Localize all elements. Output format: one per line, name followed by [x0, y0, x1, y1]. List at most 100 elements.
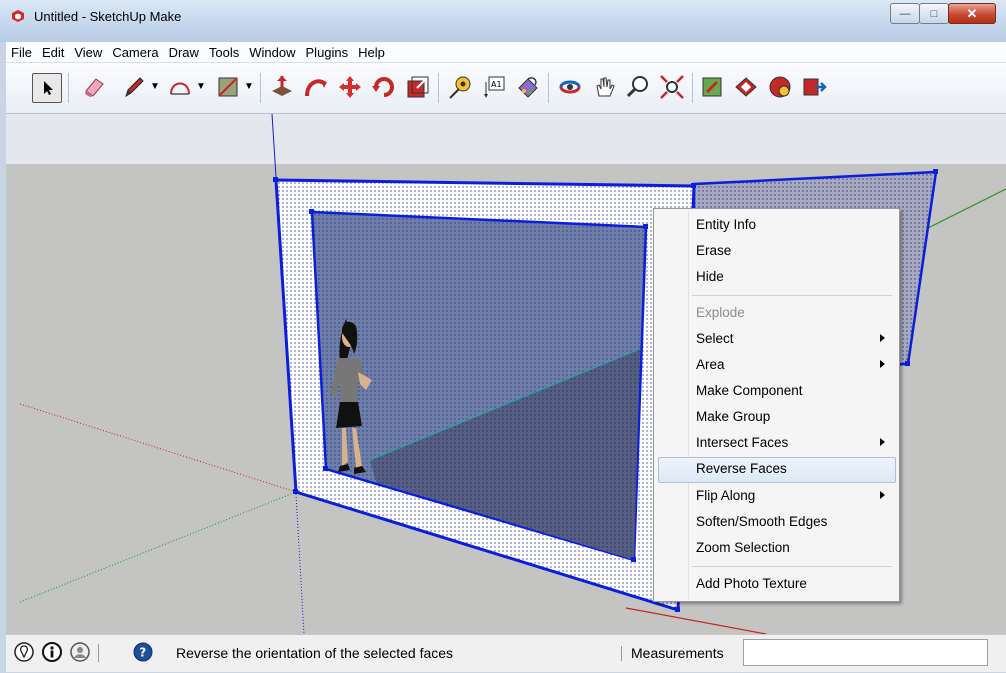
follow-me-tool-button[interactable] [302, 73, 330, 101]
pan-tool-button[interactable] [590, 73, 618, 101]
menu-item-label: Select [696, 331, 734, 346]
maximize-icon: □ [930, 7, 938, 20]
main-toolbar: ▼ ▼ ▼ A1 [6, 63, 1006, 114]
tape-measure-icon [449, 76, 471, 99]
menu-file[interactable]: File [6, 45, 37, 60]
menu-item-label: Reverse Faces [696, 461, 787, 476]
measurements-input[interactable] [743, 639, 988, 666]
zoom-extents-tool-button[interactable] [658, 73, 686, 101]
rotate-tool-button[interactable] [370, 73, 398, 101]
zoom-extents-icon [660, 75, 684, 99]
rectangle-dropdown-icon[interactable]: ▼ [244, 81, 254, 92]
menu-plugins[interactable]: Plugins [301, 45, 354, 60]
share-model-icon [803, 78, 827, 96]
minimize-icon: — [899, 7, 911, 20]
menu-item-flip-along[interactable]: Flip Along [654, 484, 899, 508]
menu-item-label: Hide [696, 269, 724, 284]
svg-text:A1: A1 [491, 80, 502, 89]
toolbar-separator [548, 73, 549, 103]
warehouse-button[interactable] [732, 73, 760, 101]
arc-tool-button[interactable] [166, 73, 194, 101]
menu-item-hide[interactable]: Hide [654, 265, 899, 289]
rectangle-icon [218, 77, 238, 97]
paint-bucket-icon [518, 77, 538, 98]
move-icon [339, 76, 361, 98]
orbit-icon [559, 80, 581, 94]
menu-item-label: Explode [696, 305, 745, 320]
menu-bar: File Edit View Camera Draw Tools Window … [6, 42, 1006, 63]
push-pull-tool-button[interactable] [268, 73, 296, 101]
user-account-icon[interactable] [70, 642, 90, 662]
menu-item-label: Flip Along [696, 488, 756, 503]
close-button[interactable]: ✕ [948, 3, 996, 24]
previous-view-icon [702, 77, 722, 97]
menu-item-label: Soften/Smooth Edges [696, 514, 828, 529]
menu-item-entity-info[interactable]: Entity Info [654, 213, 899, 237]
move-tool-button[interactable] [336, 73, 364, 101]
text-tool-button[interactable]: A1 [480, 73, 508, 101]
share-model-button[interactable] [800, 73, 828, 101]
tape-measure-tool-button[interactable] [446, 73, 474, 101]
menu-item-label: Erase [696, 243, 732, 258]
zoom-tool-button[interactable] [624, 73, 652, 101]
arc-dropdown-icon[interactable]: ▼ [196, 81, 206, 92]
help-icon[interactable]: ? [133, 642, 153, 662]
menu-tools[interactable]: Tools [204, 45, 244, 60]
menu-item-label: Area [696, 357, 725, 372]
menu-camera[interactable]: Camera [107, 45, 163, 60]
components-icon [769, 76, 791, 98]
scale-tool-button[interactable] [404, 73, 432, 101]
components-button[interactable] [766, 73, 794, 101]
menu-item-select[interactable]: Select [654, 327, 899, 351]
menu-item-reverse-faces[interactable]: Reverse Faces [658, 457, 896, 483]
menu-edit[interactable]: Edit [37, 45, 69, 60]
menu-help[interactable]: Help [353, 45, 390, 60]
menu-item-label: Zoom Selection [696, 540, 790, 555]
pencil-dropdown-icon[interactable]: ▼ [150, 81, 160, 92]
select-icon [44, 81, 53, 95]
maximize-button[interactable]: □ [919, 3, 949, 24]
text-icon: A1 [484, 76, 505, 98]
title-bar[interactable]: Untitled - SketchUp Make — □ ✕ [0, 0, 1006, 42]
menu-window[interactable]: Window [244, 45, 300, 60]
menu-item-make-group[interactable]: Make Group [654, 405, 899, 429]
geolocation-icon[interactable] [14, 642, 34, 662]
credits-info-icon[interactable] [42, 642, 62, 662]
pencil-tool-button[interactable] [120, 73, 148, 101]
menu-item-label: Make Group [696, 409, 771, 424]
rectangle-tool-button[interactable] [214, 73, 242, 101]
paint-bucket-tool-button[interactable] [514, 73, 542, 101]
previous-view-button[interactable] [698, 73, 726, 101]
zoom-icon [626, 76, 648, 98]
orbit-tool-button[interactable] [556, 73, 584, 101]
minimize-button[interactable]: — [890, 3, 920, 24]
select-tool-button[interactable] [32, 73, 62, 103]
menu-draw[interactable]: Draw [164, 45, 204, 60]
pan-icon [596, 77, 615, 97]
eraser-tool-button[interactable] [80, 73, 108, 101]
push-pull-icon [272, 76, 292, 96]
scale-icon [407, 76, 429, 98]
menu-item-explode: Explode [654, 301, 899, 325]
follow-me-icon [305, 79, 327, 97]
menu-item-label: Make Component [696, 383, 803, 398]
menu-item-label: Add Photo Texture [696, 576, 807, 591]
status-separator [98, 644, 99, 662]
rotate-icon [372, 77, 394, 97]
context-menu: Entity Info Erase Hide Explode Select Ar… [653, 208, 900, 602]
sketchup-window: Untitled - SketchUp Make — □ ✕ File Edit… [0, 0, 1006, 673]
submenu-arrow-icon [880, 334, 885, 342]
menu-item-erase[interactable]: Erase [654, 239, 899, 263]
menu-item-intersect-faces[interactable]: Intersect Faces [654, 431, 899, 455]
menu-view[interactable]: View [69, 45, 107, 60]
menu-item-area[interactable]: Area [654, 353, 899, 377]
menu-item-zoom-selection[interactable]: Zoom Selection [654, 536, 899, 560]
submenu-arrow-icon [880, 438, 885, 446]
menu-item-add-photo-texture[interactable]: Add Photo Texture [654, 572, 899, 596]
menu-separator [692, 295, 892, 296]
status-bar: ? Reverse the orientation of the selecte… [6, 634, 1006, 672]
toolbar-separator [260, 73, 261, 103]
menu-item-make-component[interactable]: Make Component [654, 379, 899, 403]
menu-item-soften-smooth-edges[interactable]: Soften/Smooth Edges [654, 510, 899, 534]
menu-item-label: Entity Info [696, 217, 757, 232]
